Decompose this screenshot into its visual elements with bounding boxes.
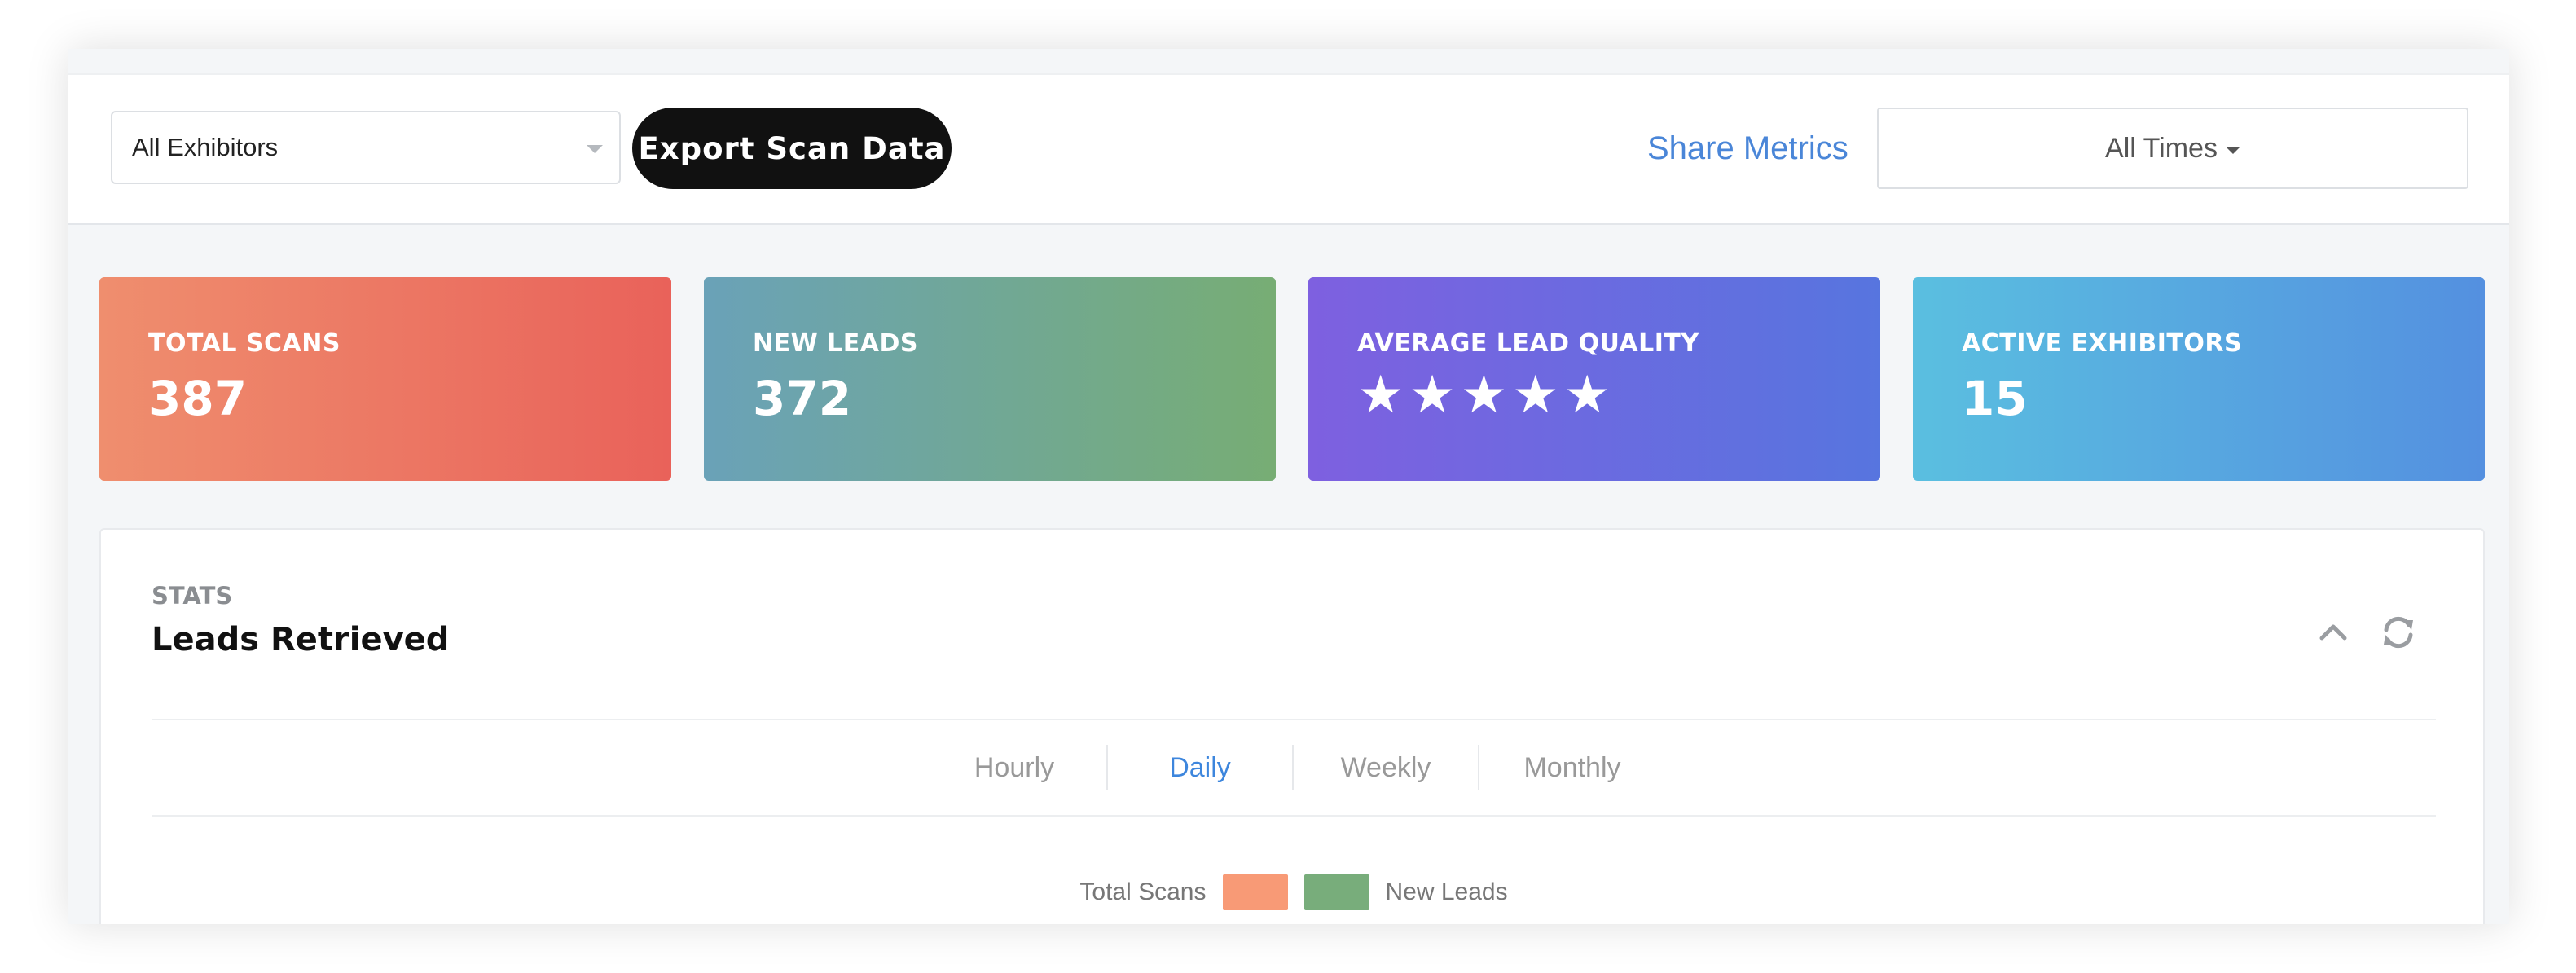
average-lead-quality-card: AVERAGE LEAD QUALITY ★★★★★	[1308, 277, 1880, 481]
card-label: NEW LEADS	[753, 329, 918, 358]
star-rating-icon: ★★★★★	[1357, 365, 1615, 424]
period-tabs: Hourly Daily Weekly Monthly	[101, 720, 2486, 815]
panel-subtitle: STATS	[152, 582, 233, 610]
card-value: 15	[1962, 371, 2028, 426]
tab-hourly[interactable]: Hourly	[922, 745, 1108, 790]
chart-legend: Total Scans New Leads	[101, 872, 2486, 913]
leads-retrieved-panel: STATS Leads Retrieved Hourly Daily Weekl…	[99, 528, 2485, 924]
tab-weekly[interactable]: Weekly	[1294, 745, 1479, 790]
card-label: ACTIVE EXHIBITORS	[1962, 329, 2243, 358]
chevron-down-icon	[587, 145, 603, 153]
card-value: 372	[753, 371, 852, 426]
time-range-dropdown[interactable]: All Times	[1877, 108, 2468, 189]
collapse-chevron-up-icon[interactable]	[2309, 608, 2358, 657]
card-label: AVERAGE LEAD QUALITY	[1357, 329, 1699, 358]
tab-daily[interactable]: Daily	[1108, 745, 1294, 790]
exhibitor-select-value: All Exhibitors	[132, 133, 279, 161]
export-scan-data-button[interactable]: Export Scan Data	[632, 108, 952, 189]
legend-swatch-new-leads[interactable]	[1303, 874, 1369, 910]
total-scans-card: TOTAL SCANS 387	[99, 277, 671, 481]
tab-monthly[interactable]: Monthly	[1479, 745, 1665, 790]
exhibitor-select[interactable]: All Exhibitors	[111, 111, 621, 184]
caret-down-icon	[2225, 146, 2240, 154]
card-value: 387	[148, 371, 248, 426]
divider	[152, 815, 2436, 817]
legend-swatch-total-scans[interactable]	[1222, 874, 1288, 910]
card-label: TOTAL SCANS	[148, 329, 341, 358]
time-range-label: All Times	[2105, 132, 2218, 164]
legend-label-new-leads: New Leads	[1385, 878, 1508, 905]
refresh-icon[interactable]	[2374, 608, 2423, 657]
active-exhibitors-card: ACTIVE EXHIBITORS 15	[1913, 277, 2485, 481]
legend-label-total-scans: Total Scans	[1079, 878, 1207, 905]
share-metrics-link[interactable]: Share Metrics	[1647, 124, 1848, 173]
new-leads-card: NEW LEADS 372	[704, 277, 1276, 481]
dashboard-window: All Exhibitors Export Scan Data Share Me…	[68, 49, 2509, 924]
toolbar: All Exhibitors Export Scan Data Share Me…	[68, 73, 2509, 225]
panel-title: Leads Retrieved	[152, 621, 450, 658]
